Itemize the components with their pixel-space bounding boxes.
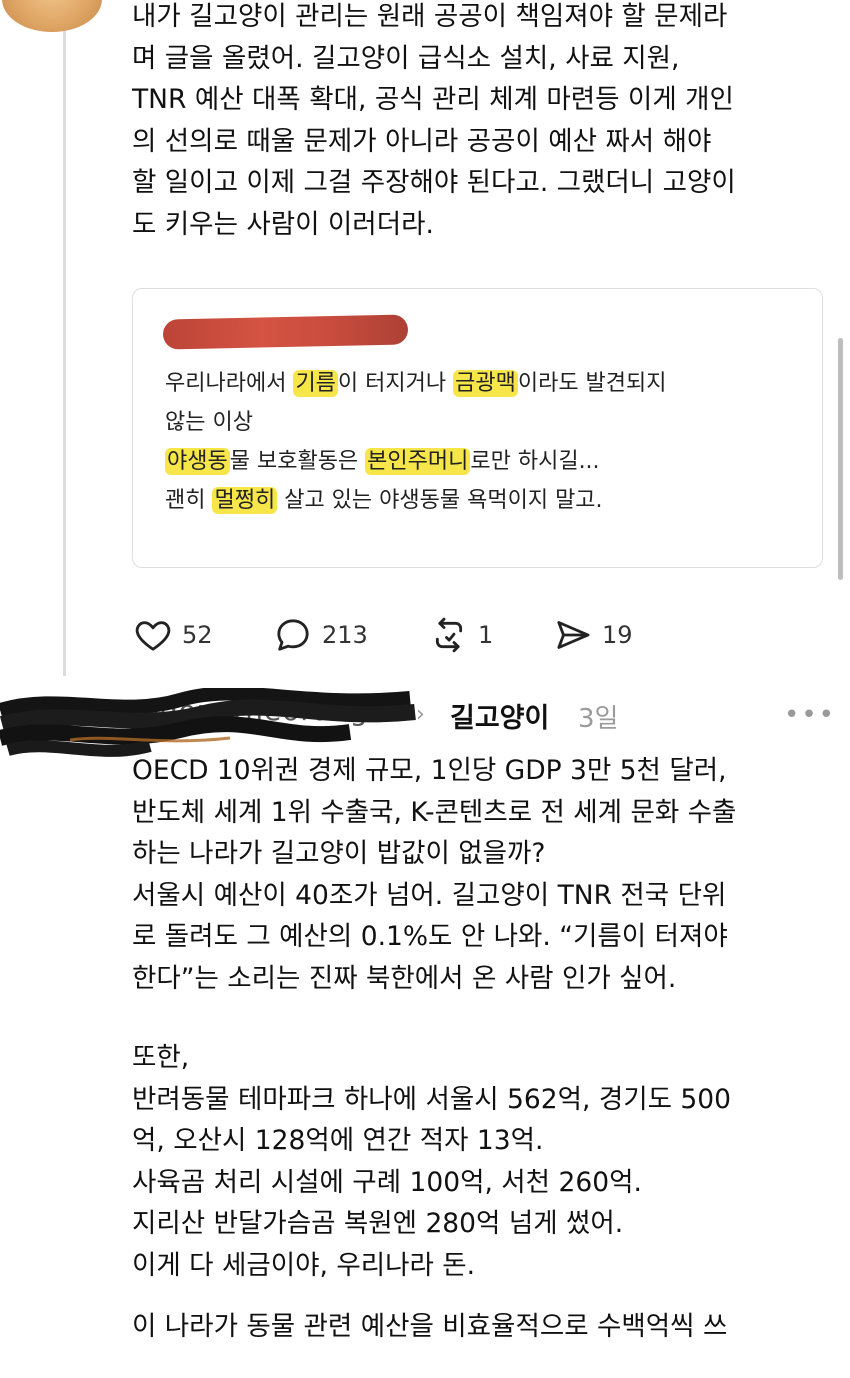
reply-line: 또한,	[132, 1042, 190, 1073]
reply-line: OECD 10위권 경제 규모, 1인당 GDP 3만 5천 달러,	[132, 755, 727, 786]
comment-icon	[277, 619, 309, 651]
timestamp: 3일	[578, 704, 619, 734]
reply-body-paragraph: OECD 10위권 경제 규모, 1인당 GDP 3만 5천 달러, 반도체 세…	[132, 750, 832, 999]
share-button[interactable]: 19	[552, 612, 633, 658]
repost-icon	[435, 617, 463, 653]
quote-text-segment: 우리나라에서	[165, 371, 294, 396]
comment-count: 213	[322, 621, 368, 649]
reply-line: 지리산 반달가슴곰 복원엔 280억 넘게 썼어.	[132, 1208, 624, 1239]
avatar[interactable]	[2, 0, 102, 32]
topic-tag[interactable]: 길고양이	[450, 696, 549, 735]
reply-line: 사육곰 처리 시설에 구례 100억, 서천 260억.	[132, 1166, 642, 1198]
thread-line	[63, 0, 66, 676]
post-line: 의 선의로 때울 문제가 아니라 공공이 예산 짜서 해야	[132, 125, 712, 157]
reply-body-paragraph: 이 나라가 동물 관련 예산을 비효율적으로 수백억씩 쓰	[132, 1306, 832, 1348]
quoted-text: 우리나라에서 기름이 터지거나 금광맥이라도 발견되지 않는 이상 야생동물 보…	[165, 364, 667, 520]
reply-line: 하는 나라가 길고양이 밥값이 없을까?	[132, 838, 546, 869]
quote-text-segment: 괜히	[165, 488, 213, 513]
quote-text-segment: 물 보호활동은	[229, 449, 366, 474]
highlight: 기름	[293, 370, 338, 397]
post-line: 할 일이고 이제 그걸 주장해야 된다고. 그랬더니 고양이	[132, 167, 736, 198]
highlight: 야생동	[165, 448, 230, 475]
quote-line: 않는 이상	[165, 410, 253, 435]
highlight: 본인주머니	[365, 448, 471, 475]
highlight: 멀쩡히	[212, 487, 278, 514]
redacted-username	[162, 314, 409, 350]
post-line: 내가 길고양이 관리는 원래 공공이 책임져야 할 문제라	[132, 1, 728, 32]
reply-line: 억, 오산시 128억에 연간 적자 13억.	[132, 1125, 544, 1156]
quote-text-segment: 살고 있는 야생동물 욕먹이지 말고.	[277, 488, 603, 513]
reply-header: rodouxtheorange › 길고양이 3일 •••	[0, 688, 850, 757]
reply-line: 이게 다 세금이야, 우리나라 돈.	[132, 1249, 476, 1281]
more-options-icon[interactable]: •••	[784, 700, 836, 730]
reply-line: 서울시 예산이 40조가 넘어. 길고양이 TNR 전국 단위	[132, 879, 727, 911]
quote-text-segment: 이라도 발견되지	[517, 371, 667, 396]
chevron-right-icon: ›	[416, 702, 425, 727]
reply-line: 반도체 세계 1위 수출국, K-콘텐츠로 전 세계 문화 수출	[132, 796, 737, 828]
post-line: 며 글을 올렸어. 길고양이 급식소 설치, 사료 지원,	[132, 42, 680, 74]
post-line: TNR 예산 대폭 확대, 공식 관리 체계 마련등 이게 개인	[132, 84, 734, 115]
comment-button[interactable]: 213	[272, 612, 368, 658]
highlight: 금광맥	[453, 370, 518, 397]
share-count: 19	[602, 621, 633, 649]
quoted-post-card[interactable]: 우리나라에서 기름이 터지거나 금광맥이라도 발견되지 않는 이상 야생동물 보…	[132, 288, 823, 568]
reply-line: 한다”는 소리는 진짜 북한에서 온 사람 인가 싶어.	[132, 962, 677, 994]
quote-text-segment: 로만 하시길...	[470, 449, 600, 474]
post-actions: 52 213 1 19	[132, 612, 732, 658]
like-button[interactable]: 52	[132, 612, 213, 658]
send-icon	[557, 621, 590, 649]
scrollbar[interactable]	[838, 338, 843, 580]
reply-line: 로 돌려도 그 예산의 0.1%도 안 나와. “기름이 터져야	[132, 921, 728, 952]
reply-body-paragraph: 또한, 반려동물 테마파크 하나에 서울시 562억, 경기도 500 억, 오…	[132, 1037, 832, 1286]
repost-count: 1	[478, 621, 494, 649]
like-count: 52	[182, 621, 213, 649]
repost-button[interactable]: 1	[428, 612, 493, 658]
post-body: 내가 길고양이 관리는 원래 공공이 책임져야 할 문제라 며 글을 올렸어. …	[132, 0, 832, 245]
reply-line: 이 나라가 동물 관련 예산을 비효율적으로 수백억씩 쓰	[132, 1311, 728, 1342]
quote-line: 괜히 멀쩡히 살고 있는 야생동물 욕먹이지 말고.	[165, 481, 667, 520]
reply-line: 반려동물 테마파크 하나에 서울시 562억, 경기도 500	[132, 1083, 731, 1115]
quote-line: 우리나라에서 기름이 터지거나 금광맥이라도 발견되지	[165, 364, 667, 403]
heart-icon	[135, 621, 171, 651]
post-line: 도 키우는 사람이 이러더라.	[132, 208, 434, 240]
quote-text-segment: 이 터지거나	[337, 371, 454, 396]
quote-line: 야생동물 보호활동은 본인주머니로만 하시길...	[165, 442, 667, 481]
